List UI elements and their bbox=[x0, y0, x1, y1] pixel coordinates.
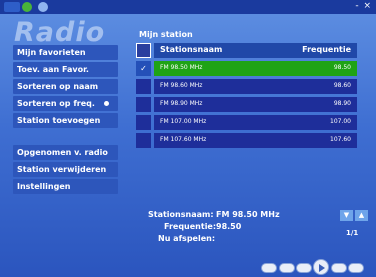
header-bar: Stationsnaam Frequentie bbox=[154, 43, 357, 58]
station-frequency: 98.90 bbox=[333, 100, 351, 107]
page-up-button[interactable]: ▲ bbox=[355, 210, 368, 221]
info-playing-label: Nu afspelen: bbox=[158, 234, 216, 243]
table-row[interactable]: FM 98.90 MHz 98.90 bbox=[136, 97, 357, 112]
row-bar: FM 98.90 MHz 98.90 bbox=[154, 97, 357, 112]
row-checkbox[interactable] bbox=[136, 97, 151, 112]
page-indicator: 1/1 bbox=[346, 229, 359, 237]
station-frequency: 98.60 bbox=[333, 82, 351, 89]
row-checkbox[interactable] bbox=[136, 133, 151, 148]
sidebar-item-label: Mijn favorieten bbox=[17, 48, 86, 57]
sidebar-item-label: Opgenomen v. radio bbox=[17, 148, 108, 157]
table-row[interactable]: ✓ FM 98.50 MHz 98.50 bbox=[136, 61, 357, 76]
power-button[interactable] bbox=[261, 263, 277, 273]
table-row[interactable]: FM 107.60 MHz 107.60 bbox=[136, 133, 357, 148]
app-icon bbox=[4, 2, 20, 12]
play-icon bbox=[319, 264, 325, 272]
sidebar-item-sort-name[interactable]: Sorteren op naam bbox=[13, 79, 118, 94]
row-bar: FM 98.50 MHz 98.50 bbox=[154, 61, 357, 76]
column-header-name[interactable]: Stationsnaam bbox=[160, 45, 222, 54]
station-frequency: 107.00 bbox=[330, 118, 351, 125]
app-brand: Radio bbox=[14, 17, 106, 48]
status-icon bbox=[22, 2, 32, 12]
sidebar-item-add-favorite[interactable]: Toev. aan Favor. bbox=[13, 62, 118, 77]
row-checkbox[interactable] bbox=[136, 79, 151, 94]
play-button[interactable] bbox=[313, 259, 329, 275]
title-bar: - × bbox=[0, 0, 376, 14]
table-header: Stationsnaam Frequentie bbox=[136, 43, 357, 58]
info-frequency-value: 98.50 bbox=[216, 222, 242, 231]
station-name: FM 98.90 MHz bbox=[160, 100, 203, 107]
info-name-label: Stationsnaam: bbox=[148, 210, 214, 219]
stop-button[interactable] bbox=[279, 263, 295, 273]
sidebar-item-label: Station toevoegen bbox=[17, 116, 101, 125]
row-bar: FM 98.60 MHz 98.60 bbox=[154, 79, 357, 94]
row-bar: FM 107.60 MHz 107.60 bbox=[154, 133, 357, 148]
record-button[interactable] bbox=[348, 263, 364, 273]
radio-app: - × Radio Mijn favorieten Toev. aan Favo… bbox=[0, 0, 376, 277]
column-header-frequency[interactable]: Frequentie bbox=[302, 45, 351, 54]
sidebar-item-label: Station verwijderen bbox=[17, 165, 107, 174]
page-down-button[interactable]: ▼ bbox=[340, 210, 353, 221]
previous-button[interactable] bbox=[296, 263, 312, 273]
info-name-value: FM 98.50 MHz bbox=[216, 210, 280, 219]
row-checkbox[interactable] bbox=[136, 115, 151, 130]
station-frequency: 98.50 bbox=[333, 64, 351, 71]
sidebar-item-delete-station[interactable]: Station verwijderen bbox=[13, 162, 118, 177]
sidebar-item-label: Toev. aan Favor. bbox=[17, 65, 89, 74]
row-bar: FM 107.00 MHz 107.00 bbox=[154, 115, 357, 130]
station-name: FM 107.00 MHz bbox=[160, 118, 207, 125]
station-name: FM 98.50 MHz bbox=[160, 64, 203, 71]
next-button[interactable] bbox=[331, 263, 347, 273]
table-row[interactable]: FM 107.00 MHz 107.00 bbox=[136, 115, 357, 130]
select-all-checkbox[interactable] bbox=[136, 43, 151, 58]
window-controls[interactable]: - × bbox=[355, 1, 372, 11]
sidebar-item-recorded[interactable]: Opgenomen v. radio bbox=[13, 145, 118, 160]
station-name: FM 98.60 MHz bbox=[160, 82, 203, 89]
selected-dot-icon bbox=[104, 101, 109, 106]
info-icon[interactable] bbox=[38, 2, 48, 12]
row-checkbox[interactable]: ✓ bbox=[136, 61, 151, 76]
sidebar-item-settings[interactable]: Instellingen bbox=[13, 179, 118, 194]
sidebar-item-label: Sorteren op naam bbox=[17, 82, 99, 91]
info-frequency-label: Frequentie: bbox=[164, 222, 217, 231]
sidebar-item-favorites[interactable]: Mijn favorieten bbox=[13, 45, 118, 60]
station-name: FM 107.60 MHz bbox=[160, 136, 207, 143]
sidebar-item-label: Sorteren op freq. bbox=[17, 99, 95, 108]
page-title: Mijn station bbox=[139, 30, 193, 39]
sidebar-item-sort-freq[interactable]: Sorteren op freq. bbox=[13, 96, 118, 111]
sidebar-item-add-station[interactable]: Station toevoegen bbox=[13, 113, 118, 128]
sidebar-item-label: Instellingen bbox=[17, 182, 71, 191]
station-frequency: 107.60 bbox=[330, 136, 351, 143]
table-row[interactable]: FM 98.60 MHz 98.60 bbox=[136, 79, 357, 94]
